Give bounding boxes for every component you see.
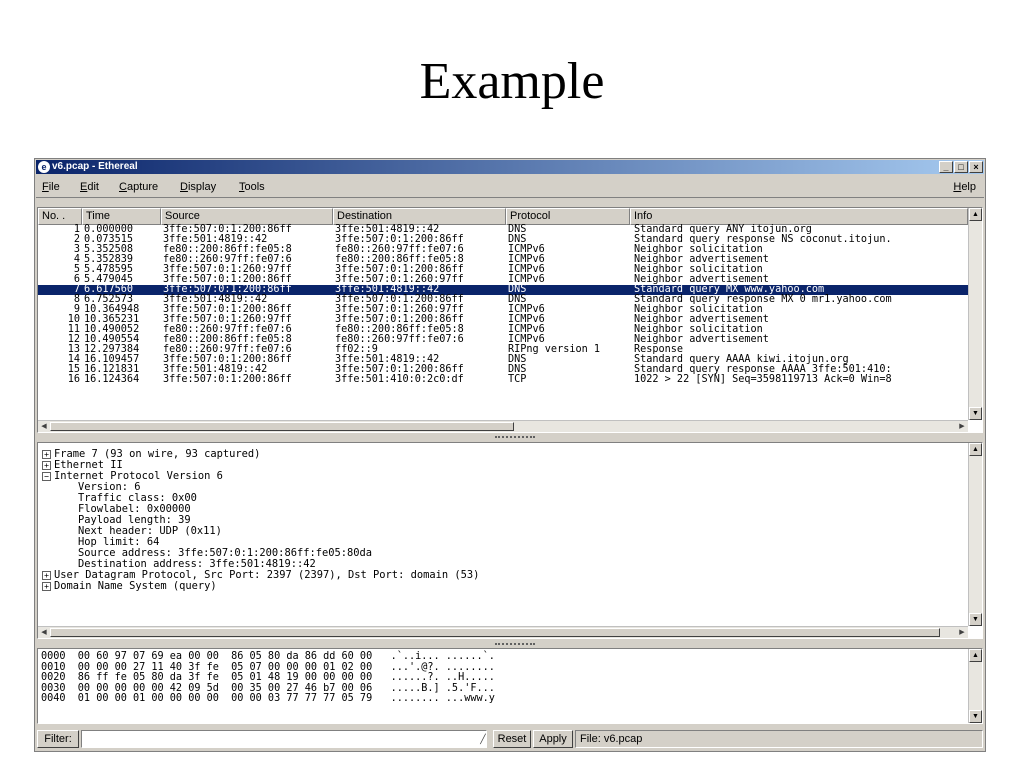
packet-bytes-pane: 0000 00 60 97 07 69 ea 00 00 86 05 80 da… (37, 648, 983, 724)
column-header-destination[interactable]: Destination (333, 208, 506, 225)
filter-bar: Filter: ╱ Reset Apply File: v6.pcap (37, 729, 983, 749)
packet-protocol: TCP (508, 374, 527, 385)
pane-splitter-handle[interactable] (495, 643, 535, 647)
details-hscrollbar[interactable]: ◀ ▶ (38, 626, 968, 638)
expand-icon[interactable]: + (42, 461, 51, 470)
expand-icon[interactable]: + (42, 571, 51, 580)
close-button[interactable]: × (969, 161, 983, 173)
menu-capture[interactable]: Capture (119, 176, 158, 198)
expand-icon[interactable]: + (42, 450, 51, 459)
tree-node[interactable]: + Domain Name System (query) (42, 581, 479, 592)
filter-input[interactable] (81, 730, 487, 748)
apply-button[interactable]: Apply (533, 730, 573, 748)
details-tree: + Frame 7 (93 on wire, 93 captured) + Ether… (42, 449, 479, 592)
window-title: v6.pcap - Ethereal (52, 161, 138, 172)
packet-details-pane: + Frame 7 (93 on wire, 93 captured) + Ether… (37, 442, 983, 639)
ethereal-window: e v6.pcap - Ethereal _ □ × File Edit Cap… (34, 158, 986, 752)
menu-bar: File Edit Capture Display Tools Help (36, 176, 984, 198)
scroll-up-arrow-icon[interactable]: ▲ (969, 649, 982, 662)
details-vscrollbar[interactable]: ▲ ▼ (968, 443, 982, 626)
packet-list-hscrollbar[interactable]: ◀ ▶ (38, 420, 968, 432)
column-header-no[interactable]: No. . (38, 208, 82, 225)
maximize-button[interactable]: □ (954, 161, 968, 173)
scroll-down-arrow-icon[interactable]: ▼ (969, 710, 982, 723)
packet-list-header: No. . Time Source Destination Protocol I… (38, 208, 968, 225)
hex-line[interactable]: 0000 00 60 97 07 69 ea 00 00 86 05 80 da… (41, 651, 495, 663)
pane-splitter-handle[interactable] (495, 436, 535, 440)
menu-tools[interactable]: Tools (239, 176, 265, 198)
scroll-down-arrow-icon[interactable]: ▼ (969, 407, 982, 420)
bytes-vscrollbar[interactable]: ▲ ▼ (968, 649, 982, 723)
slide-title: Example (419, 53, 605, 110)
scroll-left-arrow-icon[interactable]: ◀ (38, 627, 50, 638)
packet-destination: 3ffe:501:410:0:2c0:df (335, 374, 464, 385)
hex-line[interactable]: 0040 01 00 00 01 00 00 00 00 00 00 03 77… (41, 693, 495, 705)
reset-button[interactable]: Reset (493, 730, 531, 748)
window-titlebar[interactable]: e v6.pcap - Ethereal _ □ × (36, 160, 984, 174)
scroll-right-arrow-icon[interactable]: ▶ (956, 421, 968, 432)
tree-node-label: Domain Name System (query) (54, 580, 217, 592)
packet-rows: 1 0.000000 3ffe:507:0:1:200:86ff 3ffe:501:4… (38, 224, 968, 385)
minimize-button[interactable]: _ (939, 161, 953, 173)
packet-list-vscrollbar[interactable]: ▲ ▼ (968, 208, 982, 420)
collapse-icon[interactable]: − (42, 472, 51, 481)
packet-list-pane: No. . Time Source Destination Protocol I… (37, 207, 983, 433)
hex-line[interactable]: 0020 86 ff fe 05 80 da 3f fe 05 01 48 19… (41, 672, 495, 684)
hscroll-thumb[interactable] (50, 422, 514, 431)
status-bar-file: File: v6.pcap (575, 730, 983, 748)
packet-no: 16 (67, 374, 80, 385)
menu-edit[interactable]: Edit (80, 176, 99, 198)
scroll-right-arrow-icon[interactable]: ▶ (956, 627, 968, 638)
scroll-down-arrow-icon[interactable]: ▼ (969, 613, 982, 626)
scroll-up-arrow-icon[interactable]: ▲ (969, 443, 982, 456)
scroll-up-arrow-icon[interactable]: ▲ (969, 208, 982, 221)
hex-dump: 0000 00 60 97 07 69 ea 00 00 86 05 80 da… (41, 651, 495, 705)
packet-source: 3ffe:507:0:1:200:86ff (163, 374, 292, 385)
column-header-source[interactable]: Source (161, 208, 333, 225)
menu-display[interactable]: Display (180, 176, 216, 198)
packet-row[interactable]: 16 16.124364 3ffe:507:0:1:200:86ff 3ffe:501… (38, 374, 968, 385)
column-header-info[interactable]: Info (630, 208, 968, 225)
column-header-time[interactable]: Time (82, 208, 161, 225)
menu-help[interactable]: Help (953, 176, 976, 198)
ethereal-app-icon: e (38, 161, 50, 173)
expand-icon[interactable]: + (42, 582, 51, 591)
hscroll-thumb[interactable] (50, 628, 940, 637)
filter-dropdown-icon[interactable]: ╱ (477, 731, 489, 747)
packet-info: 1022 > 22 [SYN] Seq=3598119713 Ack=0 Win… (634, 374, 892, 385)
scroll-left-arrow-icon[interactable]: ◀ (38, 421, 50, 432)
filter-button[interactable]: Filter: (37, 730, 79, 748)
packet-time: 16.124364 (84, 374, 140, 385)
column-header-protocol[interactable]: Protocol (506, 208, 630, 225)
menu-file[interactable]: File (42, 176, 60, 198)
